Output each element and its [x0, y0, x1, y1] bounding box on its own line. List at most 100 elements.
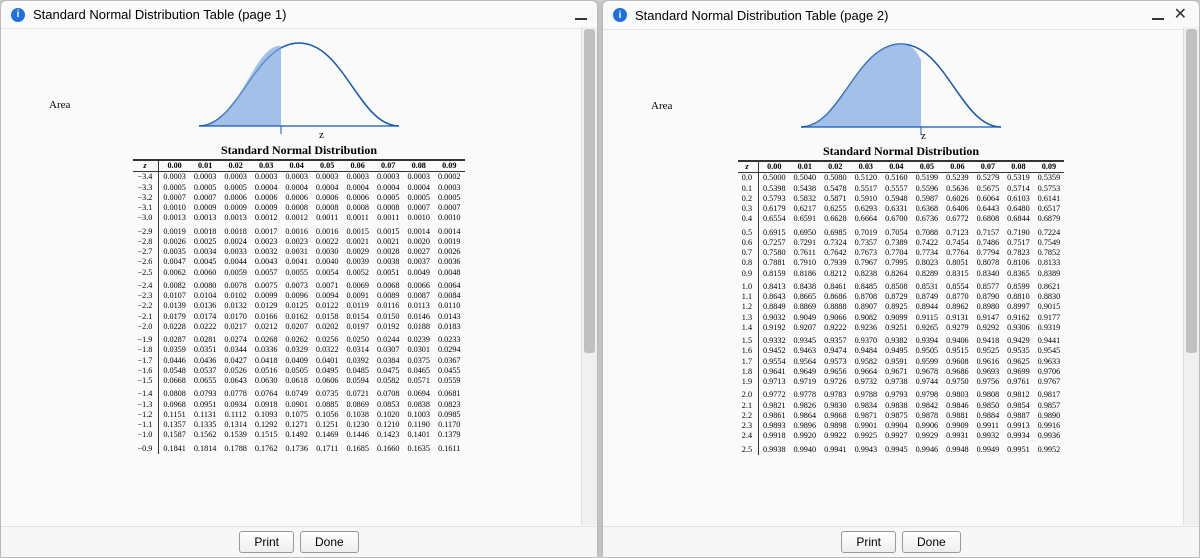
- prob-value: 0.0183: [434, 322, 465, 332]
- prob-value: 0.9898: [820, 421, 851, 431]
- prob-value: 0.6591: [790, 214, 821, 224]
- prob-value: 0.8686: [820, 292, 851, 302]
- prob-value: 0.1469: [312, 430, 343, 440]
- prob-value: 0.9726: [820, 377, 851, 387]
- prob-value: 0.0091: [342, 291, 373, 301]
- table-row: 1.00.84130.84380.84610.84850.85080.85310…: [738, 279, 1064, 292]
- col-header: 0.04: [281, 160, 312, 172]
- prob-value: 0.0054: [312, 268, 343, 278]
- z-value: 0.8: [738, 258, 759, 268]
- scroll-thumb-2[interactable]: [1186, 29, 1197, 353]
- prob-value: 0.5160: [881, 173, 912, 184]
- prob-value: 0.0808: [159, 386, 190, 399]
- prob-value: 0.0013: [159, 213, 190, 223]
- scrollbar-2[interactable]: [1183, 27, 1199, 525]
- prob-value: 0.1112: [220, 410, 251, 420]
- close-icon[interactable]: ✕: [1172, 7, 1189, 23]
- prob-value: 0.7995: [881, 258, 912, 268]
- prob-value: 0.9099: [881, 313, 912, 323]
- prob-value: 0.0465: [403, 366, 434, 376]
- prob-value: 0.0005: [220, 183, 251, 193]
- prob-value: 0.1401: [403, 430, 434, 440]
- window-title-1: Standard Normal Distribution Table (page…: [33, 7, 286, 22]
- dist-title-1: Standard Normal Distribution: [9, 143, 589, 158]
- prob-value: 0.1170: [434, 420, 465, 430]
- prob-value: 0.9671: [881, 367, 912, 377]
- z-value: 1.4: [738, 323, 759, 333]
- done-button[interactable]: Done: [300, 531, 359, 553]
- table-row: 0.20.57930.58320.58710.59100.59480.59870…: [738, 194, 1064, 204]
- done-button[interactable]: Done: [902, 531, 961, 553]
- prob-value: 0.7764: [942, 248, 973, 258]
- col-header: 0.06: [342, 160, 373, 172]
- prob-value: 0.0011: [342, 213, 373, 223]
- prob-value: 0.0174: [190, 312, 221, 322]
- scrollbar-1[interactable]: [581, 27, 597, 525]
- minimize-icon[interactable]: [1152, 18, 1164, 20]
- prob-value: 0.0885: [312, 400, 343, 410]
- prob-value: 0.0571: [403, 376, 434, 386]
- minimize-icon[interactable]: [575, 18, 587, 20]
- prob-value: 0.5478: [820, 184, 851, 194]
- prob-value: 0.1003: [403, 410, 434, 420]
- prob-value: 0.9656: [820, 367, 851, 377]
- prob-value: 0.9803: [942, 387, 973, 400]
- prob-value: 0.9909: [942, 421, 973, 431]
- prob-value: 0.0026: [434, 247, 465, 257]
- z-value: −1.1: [133, 420, 158, 430]
- table-row: −3.20.00070.00070.00060.00060.00060.0006…: [133, 193, 464, 203]
- prob-value: 0.0026: [159, 237, 190, 247]
- prob-value: 0.9938: [759, 442, 790, 455]
- z-value: 2.5: [738, 442, 759, 455]
- prob-value: 0.0006: [251, 193, 282, 203]
- prob-value: 0.0901: [281, 400, 312, 410]
- prob-value: 0.0495: [312, 366, 343, 376]
- print-button[interactable]: Print: [239, 531, 294, 553]
- prob-value: 0.0032: [251, 247, 282, 257]
- scroll-thumb-1[interactable]: [584, 29, 595, 353]
- prob-value: 0.0838: [403, 400, 434, 410]
- prob-value: 0.9922: [820, 431, 851, 441]
- bell-curve-left-shaded: Area z: [9, 31, 589, 141]
- prob-value: 0.8133: [1034, 258, 1065, 268]
- prob-value: 0.0004: [281, 183, 312, 193]
- info-icon: i: [11, 8, 25, 22]
- prob-value: 0.0968: [159, 400, 190, 410]
- z-value: 1.1: [738, 292, 759, 302]
- prob-value: 0.1020: [373, 410, 404, 420]
- prob-value: 0.5000: [759, 173, 790, 184]
- prob-value: 0.1075: [281, 410, 312, 420]
- prob-value: 0.9394: [912, 333, 943, 346]
- z-header: z: [738, 161, 759, 173]
- prob-value: 0.0003: [159, 172, 190, 183]
- z-value: −3.1: [133, 203, 158, 213]
- prob-value: 0.7389: [881, 238, 912, 248]
- prob-value: 0.9678: [912, 367, 943, 377]
- prob-value: 0.0217: [220, 322, 251, 332]
- prob-value: 0.9049: [790, 313, 821, 323]
- prob-value: 0.8849: [759, 302, 790, 312]
- prob-value: 0.0336: [251, 345, 282, 355]
- prob-value: 0.6628: [820, 214, 851, 224]
- prob-value: 0.9319: [1034, 323, 1065, 333]
- prob-value: 0.9772: [759, 387, 790, 400]
- prob-value: 0.0166: [251, 312, 282, 322]
- prob-value: 0.6736: [912, 214, 943, 224]
- prob-value: 0.0087: [403, 291, 434, 301]
- z-value: −1.4: [133, 386, 158, 399]
- prob-value: 0.0004: [312, 183, 343, 193]
- prob-value: 0.7704: [881, 248, 912, 258]
- prob-value: 0.6480: [1003, 204, 1034, 214]
- prob-value: 0.0037: [403, 257, 434, 267]
- z-value: 1.8: [738, 367, 759, 377]
- footer-2: Print Done: [603, 526, 1199, 557]
- prob-value: 0.6026: [942, 194, 973, 204]
- prob-value: 0.1056: [312, 410, 343, 420]
- table-row: −2.60.00470.00450.00440.00430.00410.0040…: [133, 257, 464, 267]
- z-value: −2.0: [133, 322, 158, 332]
- col-header: 0.00: [759, 161, 790, 173]
- prob-value: 0.9441: [1034, 333, 1065, 346]
- print-button[interactable]: Print: [841, 531, 896, 553]
- z-value: −1.5: [133, 376, 158, 386]
- prob-value: 0.9842: [912, 401, 943, 411]
